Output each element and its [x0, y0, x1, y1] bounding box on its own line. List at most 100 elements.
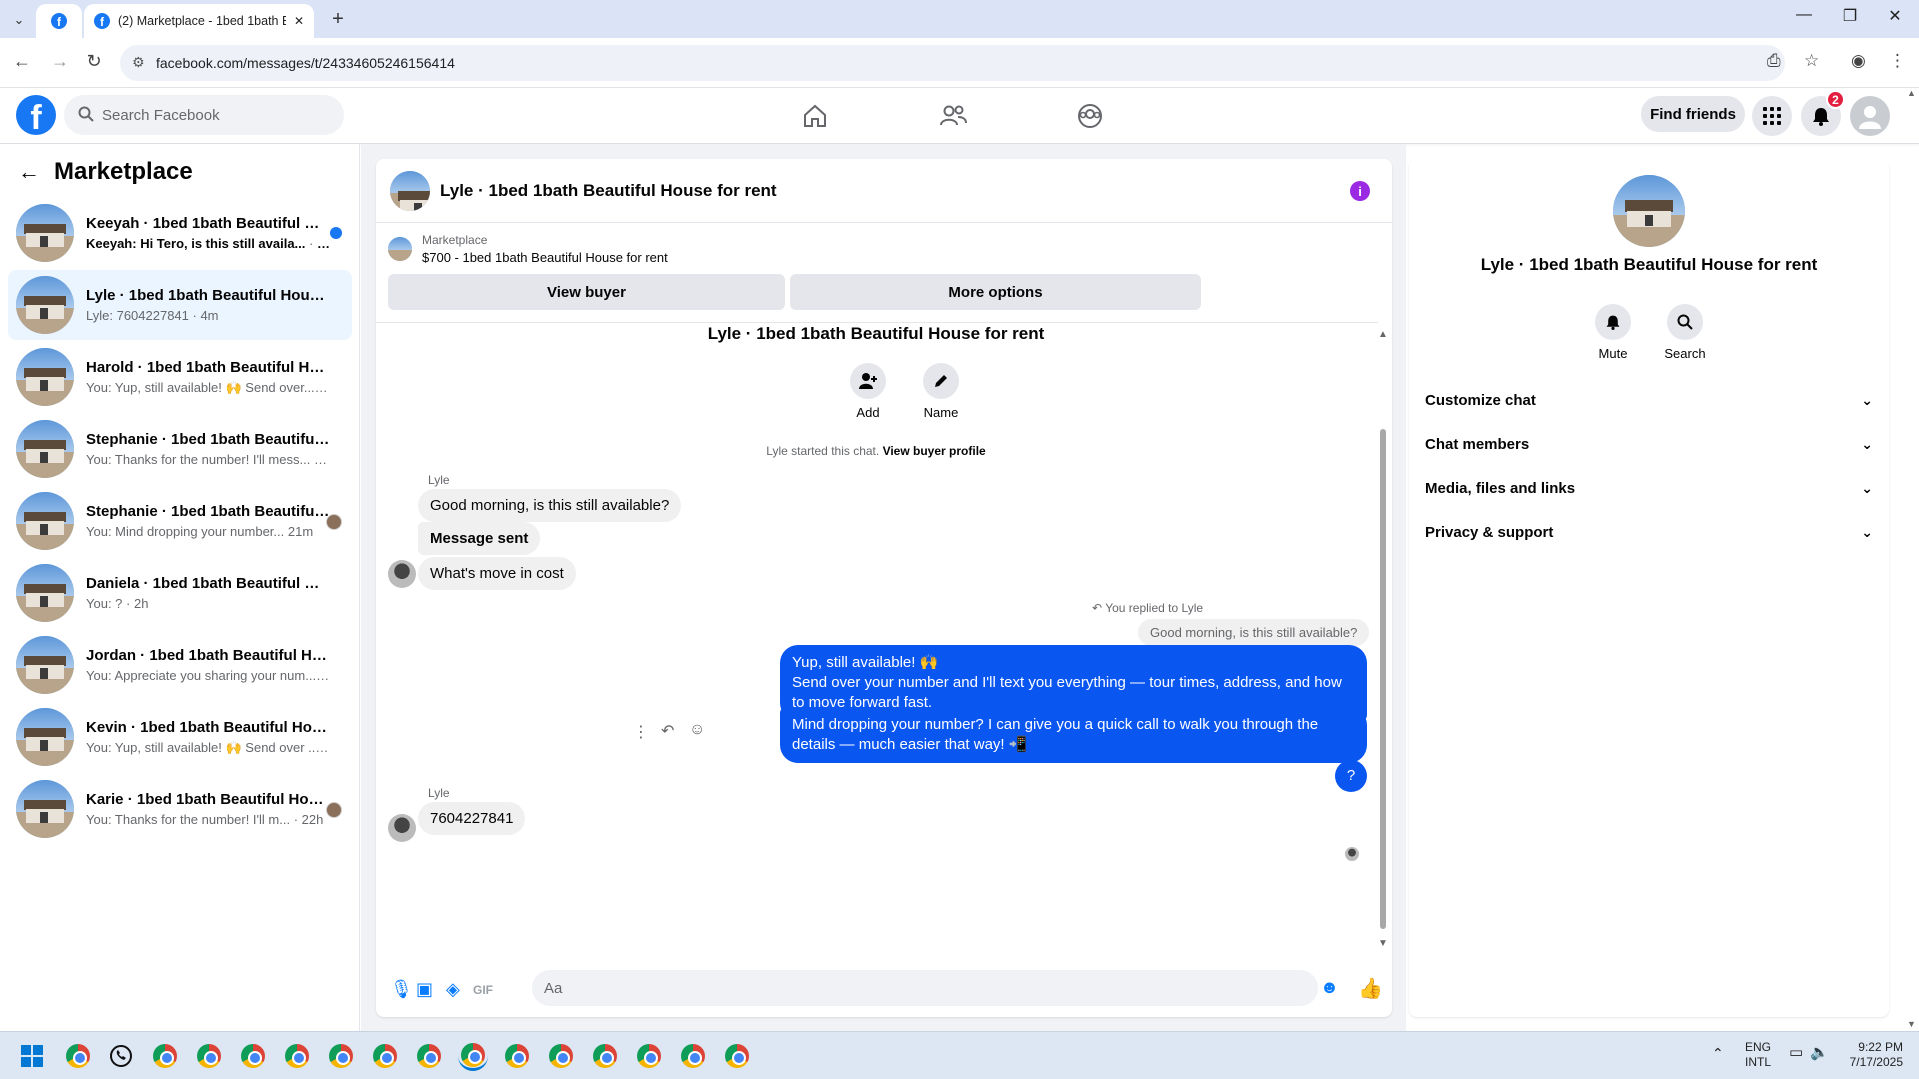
listing-thumbnail-large — [1613, 175, 1685, 247]
view-buyer-profile-link[interactable]: View buyer profile — [883, 444, 986, 458]
facebook-logo-icon[interactable]: f — [16, 95, 56, 135]
gif-icon[interactable]: GIF — [473, 983, 493, 997]
whatsapp-icon[interactable] — [106, 1041, 136, 1071]
conversation-item[interactable]: Karie · 1bed 1bath Beautiful Hou... You: … — [8, 774, 352, 844]
conversation-item[interactable]: Kevin · 1bed 1bath Beautiful House... You… — [8, 702, 352, 772]
conversation-item[interactable]: Harold · 1bed 1bath Beautiful Hous... You… — [8, 342, 352, 412]
chrome-window-icon[interactable] — [326, 1041, 356, 1071]
volume-icon[interactable]: 🔈 — [1810, 1045, 1829, 1060]
chat-header[interactable]: Lyle · 1bed 1bath Beautiful House for re… — [376, 159, 1392, 223]
reply-icon[interactable]: ↶ — [661, 721, 674, 741]
page-scrollbar[interactable]: ▲ ▼ — [1904, 88, 1919, 1031]
name-chat-button[interactable]: Name — [911, 363, 971, 420]
install-app-icon[interactable]: ⎙ — [1767, 51, 1781, 71]
react-emoji-icon[interactable]: ☺ — [689, 721, 705, 739]
chrome-profile-icon[interactable] — [63, 1041, 93, 1071]
sender-avatar[interactable] — [388, 560, 416, 588]
chat-scrollbar[interactable]: ▲ ▼ — [1378, 329, 1388, 949]
chrome-window-icon[interactable] — [590, 1041, 620, 1071]
scroll-down-arrow-icon[interactable]: ▼ — [1904, 1019, 1919, 1029]
clock[interactable]: 9:22 PM 7/17/2025 — [1843, 1040, 1903, 1070]
more-actions-icon[interactable]: ⋮ — [633, 722, 649, 742]
conversation-item[interactable]: Stephanie · 1bed 1bath Beautiful... You: … — [8, 486, 352, 556]
friends-icon[interactable] — [933, 98, 973, 134]
restore-button[interactable]: ❐ — [1835, 6, 1865, 26]
tray-overflow-chevron-icon[interactable]: ⌃ — [1712, 1046, 1724, 1061]
chrome-window-icon[interactable] — [722, 1041, 752, 1071]
profile-icon[interactable]: ◉ — [1851, 51, 1866, 71]
search-input[interactable]: Search Facebook — [64, 95, 344, 135]
address-bar[interactable]: ⚙ facebook.com/messages/t/24334605246156… — [120, 45, 1785, 81]
scroll-up-arrow-icon[interactable]: ▲ — [1378, 329, 1388, 340]
privacy-support-section[interactable]: Privacy & support ⌄ — [1425, 514, 1873, 550]
add-member-button[interactable]: Add — [838, 363, 898, 420]
back-arrow-icon[interactable]: ← — [18, 159, 40, 185]
conversation-preview-text: You: ? — [86, 596, 123, 611]
network-icon[interactable]: ▭ — [1789, 1045, 1803, 1060]
chrome-window-icon[interactable] — [678, 1041, 708, 1071]
account-avatar[interactable] — [1850, 96, 1890, 136]
chrome-window-icon[interactable] — [458, 1041, 488, 1071]
site-info-icon[interactable]: ⚙ — [132, 54, 145, 71]
outgoing-message[interactable]: Mind dropping your number? I can give yo… — [780, 707, 1367, 763]
tab-close-icon[interactable]: ✕ — [294, 14, 304, 28]
language-indicator[interactable]: ENG INTL — [1745, 1040, 1771, 1070]
more-options-button[interactable]: More options — [790, 274, 1201, 310]
close-window-button[interactable]: ✕ — [1880, 6, 1910, 26]
scroll-up-arrow-icon[interactable]: ▲ — [1904, 88, 1919, 98]
scroll-down-arrow-icon[interactable]: ▼ — [1378, 938, 1388, 949]
incoming-message[interactable]: Message sent — [418, 522, 541, 555]
incoming-message[interactable]: Good morning, is this still available? — [418, 489, 682, 522]
chrome-window-icon[interactable] — [282, 1041, 312, 1071]
chrome-window-icon[interactable] — [414, 1041, 444, 1071]
listing-summary[interactable]: Marketplace $700 - 1bed 1bath Beautiful … — [388, 233, 668, 265]
back-arrow-icon[interactable]: ← — [10, 51, 34, 72]
view-buyer-button[interactable]: View buyer — [388, 274, 785, 310]
chat-members-section[interactable]: Chat members ⌄ — [1425, 426, 1873, 462]
reload-icon[interactable]: ↻ — [82, 51, 106, 72]
microphone-icon[interactable]: 🎙 — [390, 979, 413, 1000]
tab-search-button[interactable]: ⌄ — [8, 9, 30, 31]
scrollbar-thumb[interactable] — [1380, 429, 1386, 929]
conversation-item[interactable]: Keeyah · 1bed 1bath Beautiful Ho... Keeya… — [8, 198, 352, 268]
bookmark-star-icon[interactable]: ☆ — [1804, 51, 1819, 71]
chrome-window-icon[interactable] — [634, 1041, 664, 1071]
minimize-button[interactable]: — — [1789, 6, 1819, 24]
sender-avatar[interactable] — [388, 814, 416, 842]
chrome-window-icon[interactable] — [502, 1041, 532, 1071]
chrome-window-icon[interactable] — [150, 1041, 180, 1071]
photo-icon[interactable]: ▣ — [416, 979, 433, 1000]
conversation-item[interactable]: Jordan · 1bed 1bath Beautiful Hous... You… — [8, 630, 352, 700]
find-friends-button[interactable]: Find friends — [1641, 96, 1745, 132]
quoted-message[interactable]: Good morning, is this still available? — [1138, 619, 1370, 646]
customize-chat-section[interactable]: Customize chat ⌄ — [1425, 382, 1873, 418]
like-thumb-icon[interactable]: 👍 — [1358, 976, 1383, 1001]
emoji-icon[interactable]: ☻ — [1320, 977, 1339, 998]
notifications-bell-icon[interactable]: 2 — [1801, 90, 1845, 136]
browser-tab-active[interactable]: f (2) Marketplace - 1bed 1bath B ✕ — [84, 4, 314, 38]
chrome-window-icon[interactable] — [194, 1041, 224, 1071]
start-windows-icon[interactable] — [17, 1041, 47, 1071]
conversation-item[interactable]: Lyle · 1bed 1bath Beautiful House f... Ly… — [8, 270, 352, 340]
search-in-chat-button[interactable]: Search — [1655, 304, 1715, 361]
message-input[interactable]: Aa — [532, 970, 1318, 1006]
incoming-message[interactable]: What's move in cost — [418, 557, 576, 590]
info-icon[interactable]: i — [1350, 181, 1370, 201]
outgoing-message[interactable]: ? — [1335, 760, 1367, 792]
chrome-window-icon[interactable] — [238, 1041, 268, 1071]
media-files-links-section[interactable]: Media, files and links ⌄ — [1425, 470, 1873, 506]
home-icon[interactable] — [795, 98, 835, 134]
new-tab-button[interactable]: + — [326, 8, 350, 32]
menu-grid-icon[interactable] — [1752, 96, 1792, 136]
mute-button[interactable]: Mute — [1583, 304, 1643, 361]
sticker-icon[interactable]: ◈ — [446, 979, 460, 1000]
incoming-message[interactable]: 7604227841 — [418, 802, 526, 835]
conversation-item[interactable]: Daniela · 1bed 1bath Beautiful Hou... You… — [8, 558, 352, 628]
chrome-window-icon[interactable] — [546, 1041, 576, 1071]
conversation-item[interactable]: Stephanie · 1bed 1bath Beautiful H... You… — [8, 414, 352, 484]
chrome-window-icon[interactable] — [370, 1041, 400, 1071]
pinned-facebook-tab[interactable]: f — [36, 4, 82, 38]
forward-arrow-icon[interactable]: → — [48, 51, 72, 72]
groups-icon[interactable] — [1070, 98, 1110, 134]
browser-menu-icon[interactable]: ⋮ — [1889, 51, 1906, 71]
